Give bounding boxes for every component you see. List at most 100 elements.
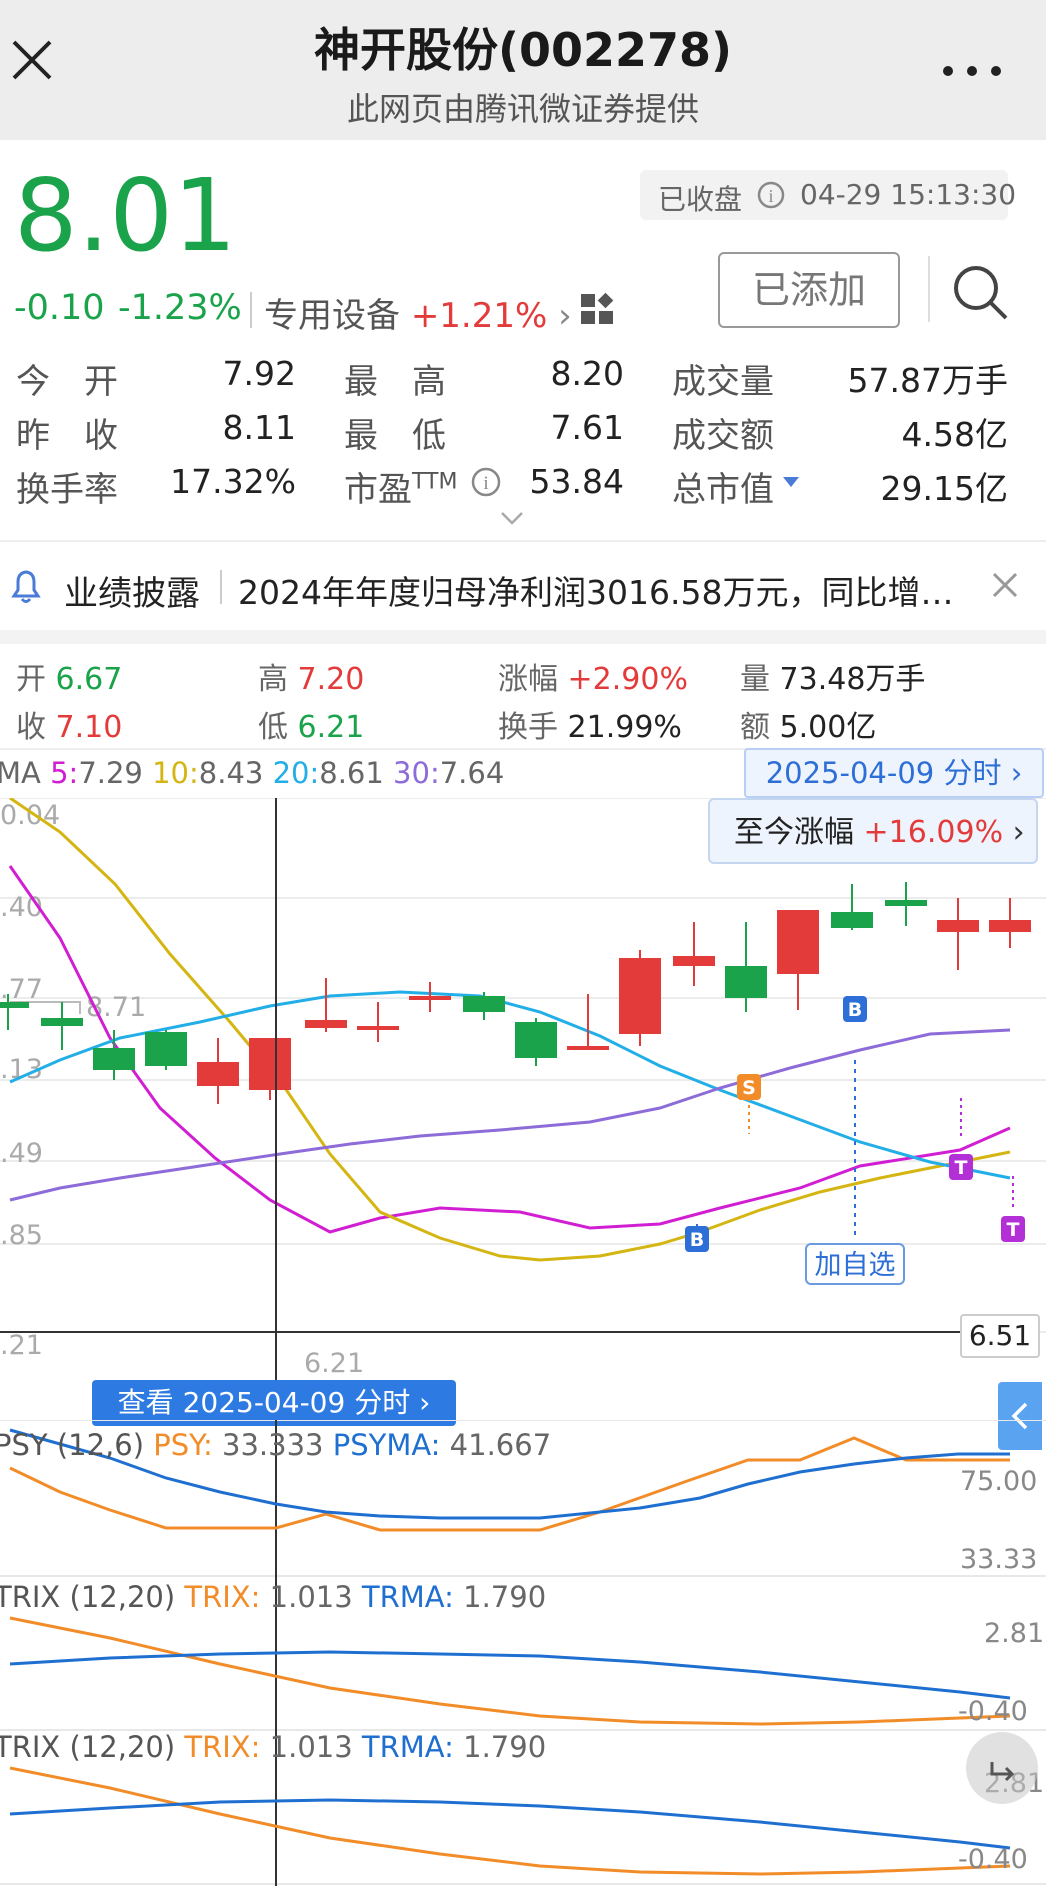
y-tick-label: .49	[0, 1138, 43, 1169]
stat-high-value: 8.20	[550, 354, 624, 393]
t-marker-label: T	[1007, 1219, 1020, 1241]
down-candle	[93, 1048, 135, 1070]
day-close: 收 7.10	[16, 702, 122, 746]
stat-prevclose-value: 8.11	[222, 408, 296, 447]
since-change-value: +16.09%	[863, 815, 1004, 850]
stat-prevclose-label: 昨 收	[16, 416, 118, 456]
sell-marker-label: S	[742, 1077, 756, 1099]
day-turn: 换手 21.99%	[498, 702, 682, 746]
svg-text:i: i	[483, 473, 488, 494]
date-minute-button[interactable]: 2025-04-09 分时 ›	[744, 748, 1044, 798]
stat-open-value: 7.92	[222, 354, 296, 393]
svg-text:i: i	[768, 186, 773, 206]
since-change-box[interactable]: 至今涨幅 +16.09% ›	[708, 798, 1038, 864]
down-candle	[145, 1032, 187, 1066]
date-minute-label: 2025-04-09 分时	[765, 756, 1002, 790]
down-candle	[885, 900, 927, 906]
trma1-value: 1.790	[463, 1580, 547, 1614]
chevron-down-icon[interactable]	[500, 510, 524, 530]
day-turn-value: 21.99%	[567, 710, 682, 745]
bell-icon	[6, 566, 46, 610]
since-change-label: 至今涨幅	[734, 815, 854, 850]
quote-time: 04-29 15:13:30	[800, 178, 1017, 211]
stat-low-label: 最 低	[344, 416, 446, 456]
day-close-value: 7.10	[55, 710, 123, 745]
sector-link[interactable]: 专用设备 +1.21% ›	[264, 288, 572, 337]
psy-key: PSY:	[153, 1428, 213, 1462]
psyma-key: PSYMA:	[332, 1428, 441, 1462]
stat-amount-label: 成交额	[672, 416, 774, 456]
stat-mktcap-label: 总市值	[672, 470, 774, 510]
stat-pe-sup: TTM	[412, 469, 458, 495]
indicator-chart[interactable]	[0, 1420, 1046, 1886]
trix1-legend: TRIX (12,20) TRIX: 1.013 TRMA: 1.790	[0, 1580, 546, 1614]
info-icon[interactable]: i	[470, 466, 502, 502]
stat-pe-text: 市盈	[344, 470, 412, 510]
added-button[interactable]: 已添加	[718, 252, 900, 328]
divider	[250, 292, 252, 328]
buy-marker-label: B	[690, 1229, 704, 1251]
psy-ymax: 75.00	[960, 1466, 1038, 1497]
sector-name: 专用设备	[264, 296, 400, 336]
trix1-value: 1.013	[269, 1580, 353, 1614]
day-amt-value: 5.00亿	[779, 710, 877, 745]
down-candle	[725, 966, 767, 998]
trma-line	[9, 1798, 1011, 1850]
floating-action-button[interactable]	[966, 1732, 1038, 1804]
more-icon[interactable]	[940, 62, 1010, 76]
candlestick-chart[interactable]: 0.04.40.77.13.49.85.218.716.21BSBTT加自选	[0, 798, 1046, 1398]
psyma-value: 41.667	[449, 1428, 552, 1462]
ma10-value: 8.43	[198, 756, 264, 790]
divider	[0, 630, 1046, 644]
stat-volume-label: 成交量	[672, 362, 774, 402]
ma20-key: 20:	[272, 756, 320, 790]
psy-name: PSY	[0, 1428, 48, 1462]
sector-change: +1.21%	[410, 296, 548, 336]
day-low-label: 低	[258, 710, 288, 745]
ma10-key: 10:	[152, 756, 199, 790]
trix1-key: TRIX:	[184, 1580, 261, 1614]
price-change: -0.10	[14, 288, 105, 328]
day-turn-label: 换手	[498, 710, 558, 745]
day-low: 低 6.21	[258, 702, 364, 746]
ma5-value: 7.29	[78, 756, 143, 790]
caret-down-icon[interactable]	[782, 474, 800, 493]
search-icon[interactable]	[950, 262, 1010, 326]
trix1-ymin: -0.40	[958, 1696, 1028, 1727]
ma30-key: 30:	[393, 756, 440, 790]
stat-turnover-label: 换手率	[16, 470, 118, 510]
page-subtitle: 此网页由腾讯微证券提供	[346, 90, 699, 128]
stat-open-label: 今 开	[16, 362, 118, 402]
ma-prefix: MA	[0, 756, 41, 790]
trma2-key: TRMA:	[361, 1730, 454, 1764]
y-tick-label: .40	[0, 892, 43, 923]
trix-line	[9, 1766, 1011, 1876]
chevron-right-icon: ›	[1010, 756, 1023, 790]
up-candle	[989, 920, 1031, 932]
up-candle	[249, 1038, 291, 1090]
view-minute-label: 查看 2025-04-09 分时	[117, 1386, 411, 1419]
status-label: 已收盘	[658, 183, 743, 216]
trix1-params: (12,20)	[69, 1580, 176, 1614]
day-open: 开 6.67	[16, 654, 122, 698]
close-icon[interactable]	[990, 570, 1020, 604]
ma5-key: 5:	[50, 756, 79, 790]
ma30-value: 7.64	[439, 756, 505, 790]
info-icon[interactable]: i	[756, 180, 786, 214]
up-candle	[197, 1062, 239, 1086]
day-chg: 涨幅 +2.90%	[498, 654, 688, 698]
trix1-ymax: 2.81	[984, 1618, 1045, 1649]
day-close-label: 收	[16, 710, 46, 745]
psy-legend: PSY (12,6) PSY: 33.333 PSYMA: 41.667	[0, 1428, 551, 1462]
trix2-key: TRIX:	[184, 1730, 261, 1764]
day-high: 高 7.20	[258, 654, 364, 698]
day-vol-label: 量	[740, 662, 770, 697]
grid-icon[interactable]	[580, 292, 616, 330]
stat-amount-value: 4.58亿	[901, 415, 1008, 454]
psy-ymin: 33.33	[960, 1544, 1038, 1575]
y-tick-label: .85	[0, 1220, 43, 1251]
up-candle	[777, 910, 819, 974]
day-high-value: 7.20	[297, 662, 365, 697]
low-marker-label: 6.21	[304, 1348, 364, 1379]
trix2-value: 1.013	[269, 1730, 353, 1764]
